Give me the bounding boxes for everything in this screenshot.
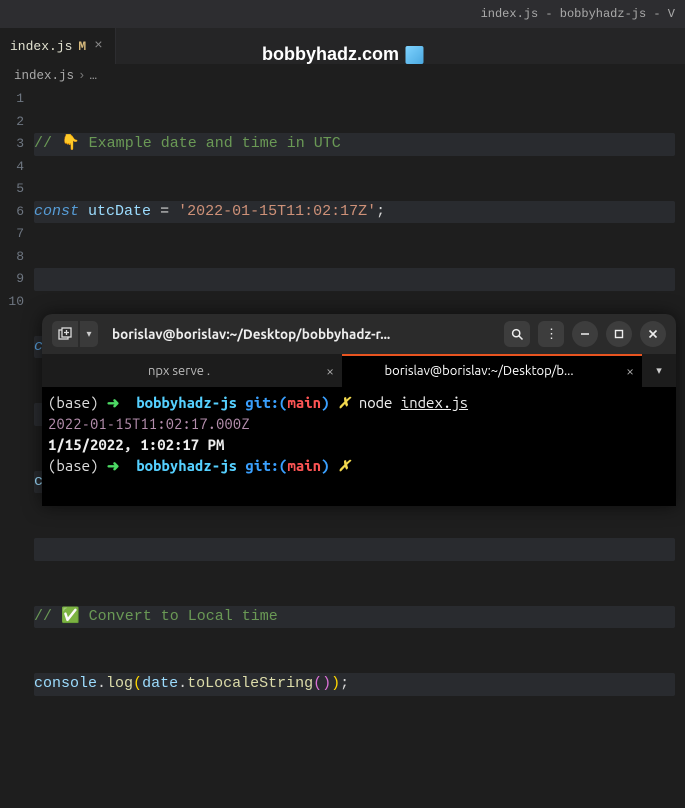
terminal-tab-2[interactable]: borislav@borislav:~/Desktop/b... ×	[342, 354, 642, 387]
terminal-minimize-button[interactable]	[572, 321, 598, 347]
breadcrumb[interactable]: index.js › …	[0, 64, 685, 88]
watermark: bobbyhadz.com	[262, 44, 423, 65]
cube-icon	[405, 46, 423, 64]
terminal-tabs-dropdown[interactable]: ▾	[642, 354, 676, 387]
terminal-output-timestamp: 2022-01-15T11:02:17.000Z	[48, 415, 250, 432]
terminal-close-button[interactable]	[640, 321, 666, 347]
close-icon[interactable]: ×	[326, 363, 334, 379]
terminal-menu-button[interactable]: ⋮	[538, 321, 564, 347]
close-icon[interactable]: ×	[92, 38, 104, 54]
terminal-titlebar[interactable]: ▾ borislav@borislav:~/Desktop/bobbyhadz-…	[42, 314, 676, 354]
code-line-2: const utcDate = '2022-01-15T11:02:17Z';	[34, 201, 675, 224]
terminal-new-tab-button[interactable]	[52, 321, 78, 347]
terminal-tabs: npx serve . × borislav@borislav:~/Deskto…	[42, 354, 676, 388]
terminal-maximize-button[interactable]	[606, 321, 632, 347]
new-tab-icon	[58, 327, 72, 341]
tab-index-js[interactable]: index.js M ×	[0, 28, 116, 64]
terminal-new-tab-dropdown[interactable]: ▾	[80, 321, 98, 347]
terminal-window: ▾ borislav@borislav:~/Desktop/bobbyhadz-…	[42, 314, 676, 506]
terminal-title: borislav@borislav:~/Desktop/bobbyhadz-r.…	[106, 326, 496, 342]
window-titlebar: index.js - bobbyhadz-js - V	[0, 0, 685, 28]
close-icon	[648, 329, 658, 339]
code-line-10	[34, 741, 675, 764]
line-gutter: 1 2 3 4 5 6 7 8 9 10	[0, 88, 34, 808]
breadcrumb-file: index.js	[14, 69, 74, 83]
tab-filename: index.js	[10, 39, 72, 54]
code-line-3	[34, 268, 675, 291]
code-line-8: // ✅ Convert to Local time	[34, 606, 675, 629]
code-line-1: // 👇 Example date and time in UTC	[34, 133, 675, 156]
breadcrumb-rest: …	[90, 69, 98, 83]
search-icon	[511, 328, 524, 341]
terminal-body[interactable]: (base) ➜ bobbyhadz-js git:(main) ✗ node …	[42, 388, 676, 480]
terminal-output-local: 1/15/2022, 1:02:17 PM	[48, 436, 224, 453]
chevron-down-icon: ▾	[656, 364, 662, 377]
maximize-icon	[614, 329, 624, 339]
chevron-right-icon: ›	[78, 69, 86, 83]
close-icon[interactable]: ×	[626, 363, 634, 379]
watermark-text: bobbyhadz.com	[262, 44, 399, 65]
chevron-down-icon: ▾	[86, 328, 91, 340]
tab-modified-marker: M	[78, 39, 86, 54]
terminal-search-button[interactable]	[504, 321, 530, 347]
code-line-7	[34, 538, 675, 561]
terminal-tab-1[interactable]: npx serve . ×	[42, 354, 342, 387]
code-line-9: console.log(date.toLocaleString());	[34, 673, 675, 696]
window-title: index.js - bobbyhadz-js - V	[481, 7, 675, 21]
minimize-icon	[580, 329, 590, 339]
kebab-icon: ⋮	[545, 327, 557, 342]
